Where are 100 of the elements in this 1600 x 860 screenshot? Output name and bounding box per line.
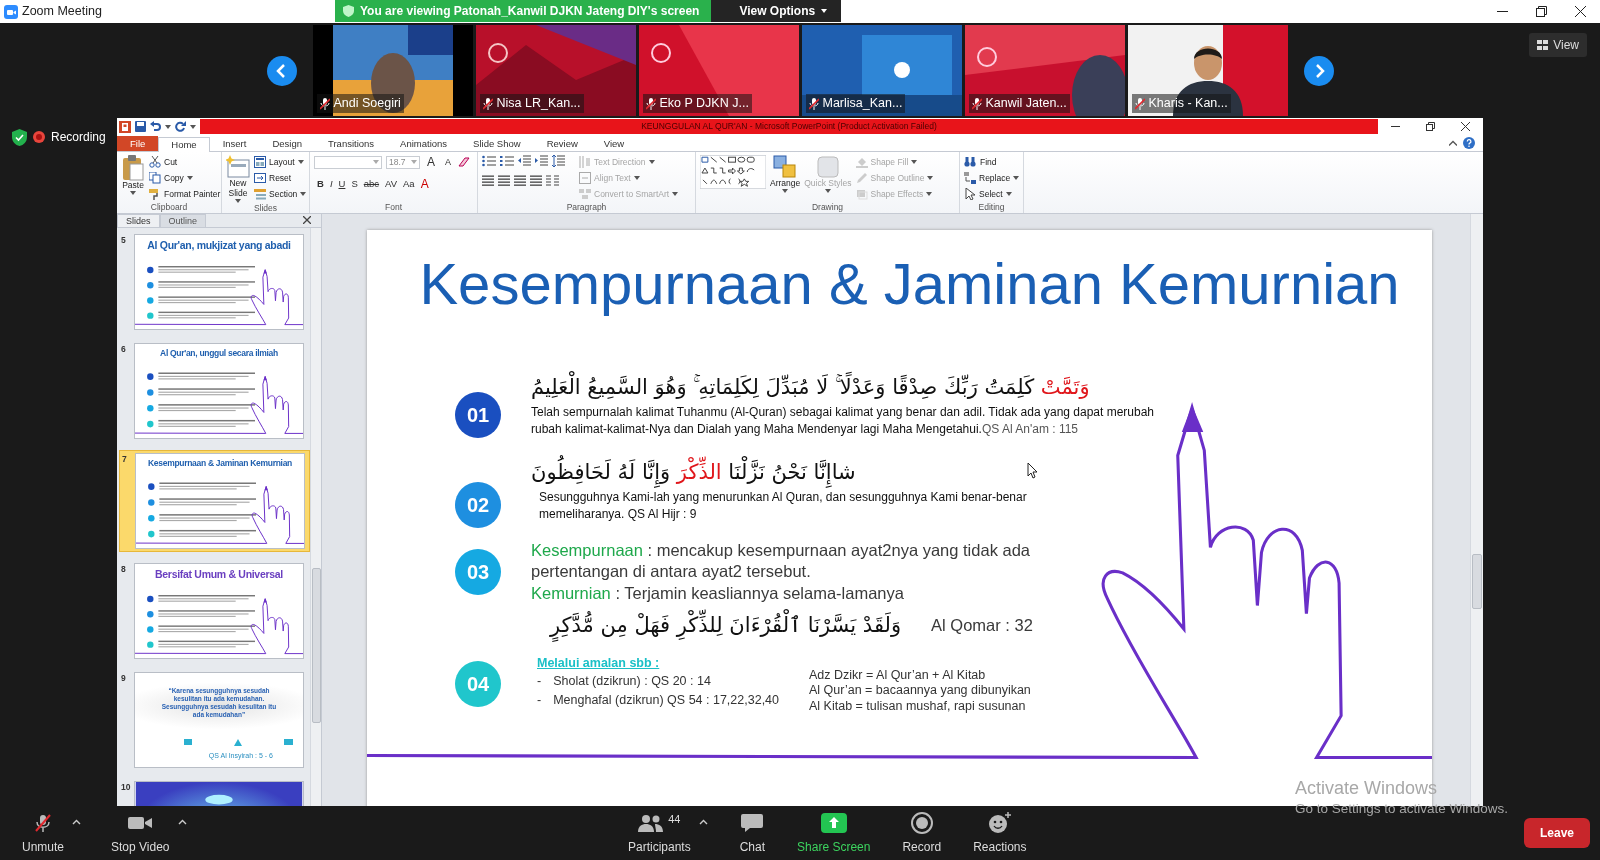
grow-font-button[interactable]: A: [424, 155, 438, 169]
increase-indent-icon[interactable]: [535, 155, 548, 167]
copy-icon: [149, 172, 161, 184]
participant-name: Andi Soegiri: [333, 95, 401, 113]
slide-thumbnail[interactable]: Al Qur'an, mukjizat yang abadi: [134, 234, 304, 330]
view-options-button[interactable]: View Options: [711, 0, 842, 22]
ribbon-button[interactable]: Arrange: [770, 155, 801, 202]
scrollbar[interactable]: [310, 228, 321, 806]
toolbar-button[interactable]: Stop Video: [111, 810, 170, 856]
ribbon-button[interactable]: Section: [254, 187, 307, 201]
shield-icon: [343, 5, 354, 17]
ribbon-tab[interactable]: Transitions: [315, 135, 388, 151]
participants-icon: [638, 813, 665, 832]
ribbon-button[interactable]: Copy: [149, 171, 221, 185]
caret-icon: [821, 9, 828, 13]
columns-icon[interactable]: [546, 175, 559, 187]
slide-list-item[interactable]: 8 Bersifat Umum & Universal: [119, 561, 310, 661]
help-icon[interactable]: [1463, 137, 1475, 149]
format-button[interactable]: A: [417, 177, 432, 191]
format-button[interactable]: abc: [360, 177, 383, 191]
font-name-field[interactable]: [314, 155, 382, 169]
pane-tab[interactable]: Slides: [117, 214, 160, 227]
format-button[interactable]: B: [314, 177, 327, 191]
align-center-icon[interactable]: [498, 175, 510, 187]
redo-icon[interactable]: [175, 121, 186, 132]
slide-number: 5: [121, 234, 127, 247]
view-button[interactable]: View: [1529, 33, 1587, 57]
grid-icon: [1537, 40, 1549, 50]
slide-list-item[interactable]: 6 Al Qur'an, unggul secara ilmiah: [119, 341, 310, 441]
ribbon-tab[interactable]: Review: [533, 135, 591, 151]
record-icon: [910, 811, 933, 834]
toolbar-button[interactable]: Record: [902, 810, 942, 856]
caret-icon: [782, 188, 789, 193]
toolbar-button[interactable]: Reactions: [973, 810, 1027, 856]
next-button[interactable]: [1302, 54, 1335, 87]
shapes-gallery[interactable]: [700, 155, 766, 189]
group-label: Slides: [252, 202, 279, 214]
restore-icon[interactable]: [1426, 122, 1435, 131]
format-button[interactable]: Aa: [400, 177, 418, 191]
close-icon[interactable]: [303, 216, 311, 224]
bullet-list-icon[interactable]: [482, 155, 496, 167]
thumbnail-title: Kesempurnaan & Jaminan Kemurnian: [148, 457, 292, 470]
close-icon[interactable]: [1461, 122, 1470, 131]
shrink-font-button[interactable]: A: [442, 155, 455, 169]
ribbon-tab[interactable]: Home: [158, 136, 210, 152]
align-right-icon[interactable]: [514, 175, 526, 187]
justify-icon[interactable]: [530, 175, 542, 187]
toolbar-button[interactable]: Unmute: [22, 810, 65, 856]
undo-icon[interactable]: [150, 121, 161, 132]
format-button[interactable]: S: [348, 177, 361, 191]
ribbon-tab[interactable]: Slide Show: [460, 135, 534, 151]
toolbar-button[interactable]: Chat: [739, 810, 766, 856]
note-text: Adz Dzikr = Al Qur’an + Al Kitab: [809, 667, 987, 684]
slide-list-item[interactable]: 7 Kesempurnaan & Jaminan Kemurnian: [119, 450, 310, 552]
format-button[interactable]: U: [335, 177, 349, 191]
ribbon-button[interactable]: New Slide: [226, 155, 250, 203]
group-label: Drawing: [810, 202, 845, 213]
ribbon-button[interactable]: Paste: [121, 155, 145, 202]
close-icon[interactable]: [1575, 6, 1586, 17]
list-text: Sholat (dzikrun) : QS 20 : 14: [553, 673, 711, 691]
ribbon-button[interactable]: Find: [964, 155, 1020, 169]
ribbon-button[interactable]: Cut: [149, 155, 221, 169]
slide-thumbnail[interactable]: Al Qur'an, unggul secara ilmiah: [134, 343, 304, 439]
restore-icon[interactable]: [1536, 6, 1547, 17]
ribbon-tab[interactable]: Animations: [387, 135, 461, 151]
chevron-up-icon[interactable]: [698, 818, 708, 825]
participant-name: Kanwil Jaten...: [985, 95, 1067, 113]
quick-styles-icon: [815, 155, 840, 179]
format-button[interactable]: AV: [382, 177, 401, 191]
format-button[interactable]: I: [326, 177, 336, 191]
ribbon-button[interactable]: Reset: [254, 171, 307, 185]
chevron-up-icon[interactable]: [177, 818, 187, 825]
save-icon[interactable]: [135, 121, 146, 132]
pane-tab[interactable]: Outline: [159, 214, 207, 227]
ribbon-button[interactable]: Layout: [254, 155, 307, 169]
ribbon-tab[interactable]: View: [590, 135, 638, 151]
ribbon-tab[interactable]: Insert: [209, 135, 260, 151]
scrollbar[interactable]: [1470, 214, 1483, 806]
slide-thumbnail[interactable]: Kesempurnaan & Jaminan Kemurnian: [135, 453, 305, 549]
clear-format-icon[interactable]: [458, 156, 472, 168]
collapse-ribbon-icon[interactable]: [1449, 140, 1457, 146]
scissors-icon: [149, 156, 161, 168]
ribbon-tab[interactable]: File: [117, 135, 159, 151]
toolbar-button[interactable]: 44 Participants: [628, 810, 691, 856]
list-marker: -: [537, 692, 542, 710]
chevron-up-icon[interactable]: [72, 818, 82, 825]
toolbar-button[interactable]: Share Screen: [797, 810, 871, 856]
line-spacing-icon[interactable]: [552, 155, 565, 167]
slide-list-item[interactable]: 5 Al Qur'an, mukjizat yang abadi: [119, 232, 310, 332]
font-size-field[interactable]: 18.7: [386, 155, 420, 169]
leave-button[interactable]: Leave: [1523, 818, 1590, 848]
decrease-indent-icon[interactable]: [518, 155, 531, 167]
slide-thumbnail[interactable]: Bersifat Umum & Universal: [134, 563, 304, 659]
ribbon-button[interactable]: Replace: [964, 171, 1020, 185]
ribbon-button[interactable]: Select: [964, 187, 1020, 201]
ribbon-button[interactable]: Format Painter: [149, 187, 221, 201]
previous-button[interactable]: [265, 54, 298, 87]
ribbon-tab[interactable]: Design: [259, 135, 315, 151]
align-left-icon[interactable]: [482, 175, 494, 187]
numbered-list-icon[interactable]: [500, 155, 514, 167]
